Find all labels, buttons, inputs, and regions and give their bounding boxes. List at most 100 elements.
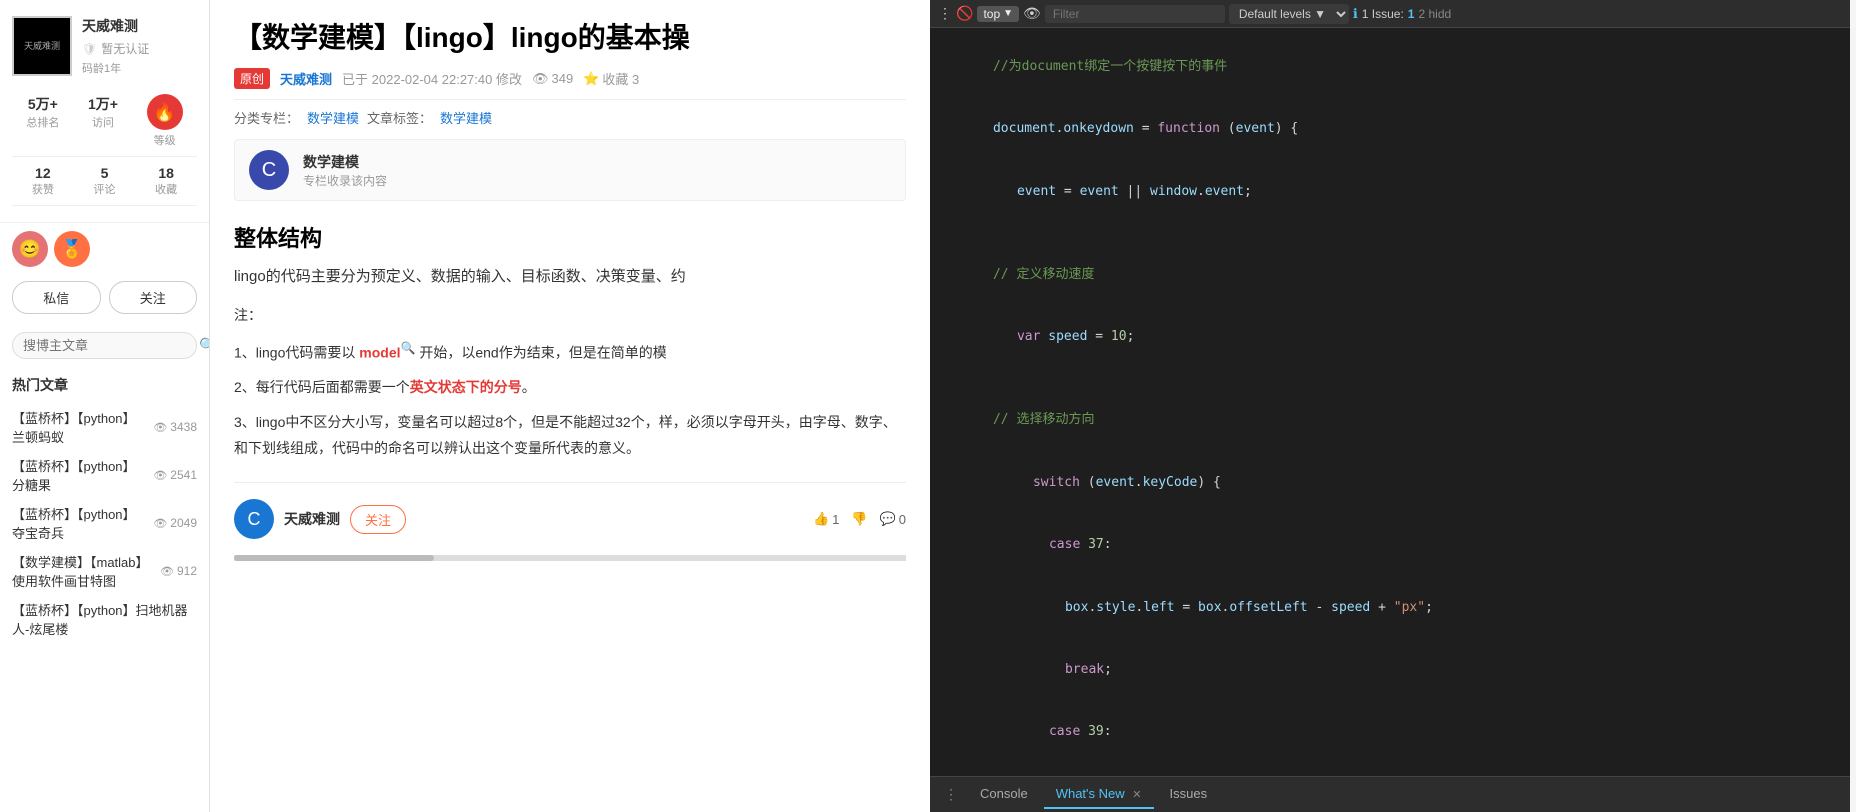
- footer-author-name[interactable]: 天威难测: [284, 509, 340, 529]
- note2-highlight: 英文状态下的分号: [410, 379, 522, 395]
- hot-article-5[interactable]: 【蓝桥杯】【python】扫地机器人-炫尾楼: [12, 595, 197, 643]
- horizontal-scrollbar[interactable]: [234, 555, 906, 561]
- collection-icon: C: [249, 150, 289, 190]
- article-title: 【数学建模】【lingo】lingo的基本操: [234, 0, 906, 68]
- section1-text: lingo的代码主要分为预定义、数据的输入、目标函数、决策变量、约: [234, 263, 906, 290]
- tab-issues[interactable]: Issues: [1158, 780, 1220, 809]
- eye-icon-3: 👁: [153, 517, 167, 530]
- devtools-menu-icon[interactable]: ⋮: [938, 5, 952, 22]
- devtools-filter-input[interactable]: [1045, 5, 1225, 23]
- profile-top: 天威难测 天威难测 🛡 暂无认证 码龄1年: [12, 16, 197, 76]
- likes-label: 获赞: [32, 181, 54, 197]
- likes-value: 12: [32, 165, 54, 181]
- code-line-blank2: [930, 369, 1850, 390]
- hot-article-3-views: 👁2049: [153, 516, 197, 530]
- sidebar: 天威难测 天威难测 🛡 暂无认证 码龄1年 5万+ 总排名 1万+ 访问 �: [0, 0, 210, 812]
- hot-article-2[interactable]: 【蓝桥杯】【python】分糖果 👁2541: [12, 451, 197, 499]
- profile-name: 天威难测: [82, 16, 149, 36]
- notes-section: 注： 1、lingo代码需要以 model🔍 开始，以end作为结束，但是在简单…: [234, 302, 906, 462]
- hot-article-2-views: 👁2541: [153, 468, 197, 482]
- devtools-eye-icon[interactable]: 👁: [1023, 5, 1041, 22]
- collects-stat: 18 收藏: [155, 165, 177, 197]
- thumb-down-icon: 👎: [851, 511, 867, 526]
- hot-article-5-title: 【蓝桥杯】【python】扫地机器人-炫尾楼: [12, 600, 197, 638]
- code-line-3: event = event || window.event;: [930, 161, 1850, 223]
- follow-button[interactable]: 关注: [109, 281, 198, 314]
- thumb-down[interactable]: 👎: [851, 511, 867, 527]
- search-input[interactable]: [23, 338, 199, 353]
- avatar: 天威难测: [12, 16, 72, 76]
- meta-author[interactable]: 天威难测: [280, 69, 332, 88]
- devtools-top-dropdown[interactable]: top ▼: [977, 6, 1019, 22]
- search-box: 🔍: [12, 332, 197, 359]
- tag-math-modeling-1[interactable]: 数学建模: [307, 108, 359, 127]
- follower-avatar-1: 😊: [12, 231, 48, 267]
- tags-label1: 分类专栏：: [234, 108, 299, 127]
- note1: 1、lingo代码需要以 model🔍 开始，以end作为结束，但是在简单的模: [234, 337, 906, 366]
- tab-whats-new[interactable]: What's New ✕: [1044, 780, 1154, 809]
- code-line-9: switch (event.keyCode) {: [930, 452, 1850, 514]
- tab-whats-new-close[interactable]: ✕: [1132, 789, 1141, 801]
- rank-label: 总排名: [26, 114, 59, 130]
- search-icon[interactable]: 🔍: [199, 337, 210, 354]
- profile-level: 🛡 暂无认证: [82, 40, 149, 57]
- comments-value: 5: [93, 165, 115, 181]
- hot-article-1-views: 👁3438: [153, 420, 197, 434]
- follower-avatar-2: 🏅: [54, 231, 90, 267]
- level-icon: 🔥: [147, 94, 183, 130]
- devtools-issue-badge: ℹ 1 Issue: 1: [1353, 6, 1415, 22]
- message-button[interactable]: 私信: [12, 281, 101, 314]
- level-stat: 🔥 等级: [147, 94, 183, 148]
- collection-desc: 专栏收录该内容: [303, 172, 387, 189]
- section1-title: 整体结构: [234, 221, 906, 253]
- collection-box[interactable]: C 数学建模 专栏收录该内容: [234, 139, 906, 201]
- hot-article-3[interactable]: 【蓝桥杯】【python】夺宝奇兵 👁2049: [12, 499, 197, 547]
- devtools-tabs-menu-icon[interactable]: ⋮: [938, 786, 964, 803]
- meta-views: 👁 349: [532, 71, 573, 87]
- comment-count[interactable]: 💬 0: [880, 511, 906, 527]
- stats-row2: 12 获赞 5 评论 18 收藏: [12, 157, 197, 206]
- shield-icon: 🛡: [82, 42, 97, 56]
- caret-down-icon: ▼: [1003, 8, 1013, 19]
- tab-console[interactable]: Console: [968, 780, 1040, 809]
- hot-article-4-title: 【数学建模】【matlab】使用软件画甘特图: [12, 552, 154, 590]
- top-label: top: [983, 7, 1000, 21]
- note3: 3、lingo中不区分大小写，变量名可以超过8个，但是不能超过32个，样，必须以…: [234, 409, 906, 462]
- hot-article-2-title: 【蓝桥杯】【python】分糖果: [12, 456, 147, 494]
- tab-whats-new-label: What's New: [1056, 786, 1125, 801]
- thumb-up-icon: 👍: [813, 511, 829, 527]
- comments-stat: 5 评论: [93, 165, 115, 197]
- tab-issues-label: Issues: [1170, 786, 1208, 801]
- main-content: 【数学建模】【lingo】lingo的基本操 原创 天威难测 已于 2022-0…: [210, 0, 930, 812]
- code-line-8: // 选择移动方向: [930, 390, 1850, 452]
- tag-math-modeling-2[interactable]: 数学建模: [440, 108, 492, 127]
- star-icon: ⭐: [583, 71, 599, 87]
- stats-row1: 5万+ 总排名 1万+ 访问 🔥 等级: [12, 86, 197, 157]
- eye-icon: 👁: [153, 421, 167, 434]
- comment-icon: 💬: [880, 511, 896, 527]
- collection-name: 数学建模: [303, 152, 387, 172]
- devtools-toolbar: ⋮ 🚫 top ▼ 👁 Default levels ▼ ℹ 1 Issue: …: [930, 0, 1850, 28]
- devtools-levels-select[interactable]: Default levels ▼: [1229, 4, 1349, 24]
- hot-article-3-title: 【蓝桥杯】【python】夺宝奇兵: [12, 504, 147, 542]
- devtools-tabs: ⋮ Console What's New ✕ Issues: [930, 776, 1850, 812]
- comments-label: 评论: [93, 181, 115, 197]
- code-line-12: break;: [930, 639, 1850, 701]
- hot-article-4[interactable]: 【数学建模】【matlab】使用软件画甘特图 👁912: [12, 547, 197, 595]
- code-line-blank1: [930, 223, 1850, 244]
- visit-stat: 1万+ 访问: [88, 94, 118, 148]
- original-badge: 原创: [234, 68, 270, 89]
- eye-icon-2: 👁: [153, 469, 167, 482]
- search-link-icon: 🔍: [401, 341, 416, 355]
- thumb-up[interactable]: 👍 1: [813, 511, 839, 527]
- devtools-code-area: //为document绑定一个按键按下的事件 document.onkeydow…: [930, 28, 1850, 776]
- devtools-block-icon[interactable]: 🚫: [956, 5, 973, 22]
- collects-value: 18: [155, 165, 177, 181]
- level-label: 等级: [147, 132, 183, 148]
- meta-collect: ⭐ 收藏 3: [583, 69, 639, 88]
- footer-follow-button[interactable]: 关注: [350, 505, 406, 534]
- hot-article-1[interactable]: 【蓝桥杯】【python】兰顿蚂蚁 👁3438: [12, 403, 197, 451]
- author-footer: C 天威难测 关注 👍 1 👎 💬 0: [234, 482, 906, 555]
- code-line-6: var speed = 10;: [930, 306, 1850, 368]
- devtools-hidden-label: 2 hidd: [1418, 7, 1451, 21]
